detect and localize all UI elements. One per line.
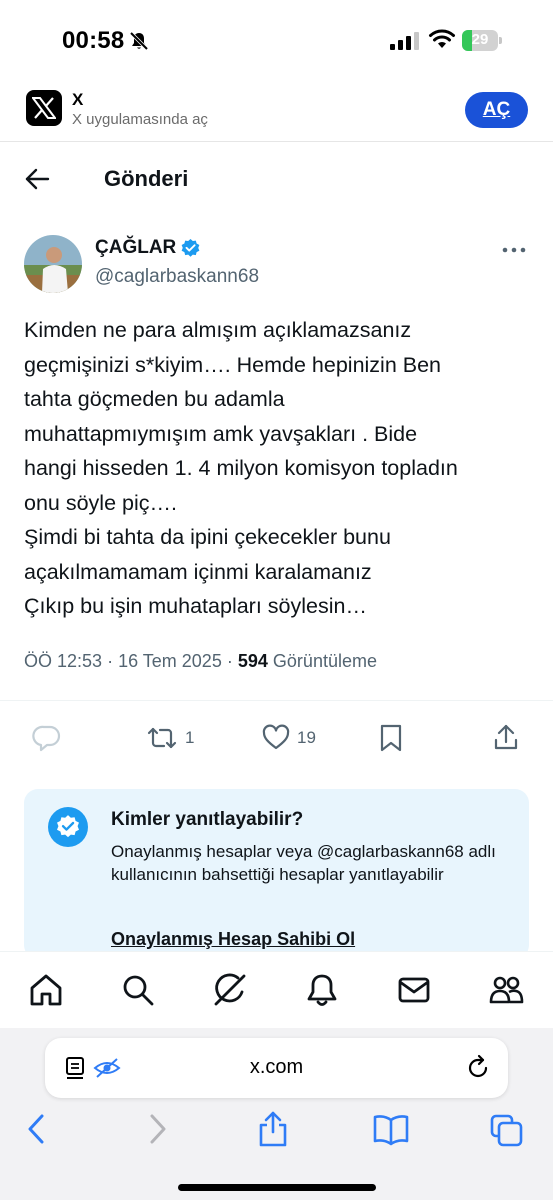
like-button[interactable]: 19	[261, 723, 316, 753]
home-icon[interactable]	[28, 972, 64, 1008]
back-icon[interactable]	[20, 1110, 54, 1148]
card-body: Onaylanmış hesaplar veya @caglarbaskann6…	[111, 842, 496, 884]
post-text: Kimden ne para almışım açıklamazsanız ge…	[24, 318, 458, 618]
open-in-app-button[interactable]: AÇ	[465, 92, 528, 128]
bookmarks-book-icon[interactable]	[372, 1110, 410, 1148]
app-open-banner: X X uygulamasında aç AÇ	[0, 78, 553, 142]
communities-icon[interactable]	[488, 972, 524, 1008]
banner-app-name: X	[72, 90, 84, 109]
reply-button[interactable]	[32, 723, 62, 753]
verified-badge-icon	[181, 238, 200, 257]
post-time[interactable]: ÖÖ 12:53	[24, 651, 102, 671]
post-actions: 1 19	[0, 700, 553, 776]
post-header: Gönderi	[0, 142, 553, 218]
who-can-reply-card: Kimler yanıtlayabilir? Onaylanmış hesapl…	[24, 789, 529, 959]
views-label: Görüntüleme	[272, 651, 377, 671]
meta-separator: ·	[107, 651, 114, 671]
messages-envelope-icon[interactable]	[396, 972, 432, 1008]
status-time: 00:58	[62, 27, 125, 54]
like-count: 19	[297, 728, 316, 747]
heart-icon	[262, 724, 290, 750]
reload-icon[interactable]	[465, 1054, 491, 1082]
status-bar: 00:58 29	[0, 0, 553, 78]
get-verified-link[interactable]: Onaylanmış Hesap Sahibi Ol	[111, 929, 355, 950]
bell-slash-icon	[129, 31, 149, 51]
grok-icon[interactable]	[212, 972, 248, 1008]
notifications-bell-icon[interactable]	[304, 972, 340, 1008]
author-name-label: ÇAĞLAR	[95, 237, 177, 258]
share-sheet-icon[interactable]	[256, 1110, 290, 1148]
search-icon[interactable]	[120, 972, 156, 1008]
url-text[interactable]: x.com	[45, 1056, 508, 1079]
bottom-navigation	[0, 951, 553, 1028]
battery-level: 29	[471, 31, 489, 48]
author-handle[interactable]: @caglarbaskann68	[95, 266, 259, 288]
views-count: 594	[237, 651, 268, 671]
bookmark-button[interactable]	[378, 723, 404, 753]
address-bar[interactable]: x.com	[45, 1038, 508, 1098]
repost-count: 1	[185, 728, 195, 747]
browser-toolbar: x.com	[0, 1028, 553, 1200]
x-logo-icon[interactable]	[26, 90, 62, 126]
more-options-icon[interactable]	[500, 240, 528, 260]
verified-check-icon	[48, 807, 88, 847]
share-icon	[494, 724, 518, 750]
meta-separator: ·	[226, 651, 233, 671]
bookmark-icon	[380, 724, 402, 752]
repost-button[interactable]: 1	[145, 723, 194, 753]
battery-icon: 29	[462, 30, 502, 51]
author-name[interactable]: ÇAĞLAR	[95, 237, 201, 259]
forward-icon[interactable]	[140, 1110, 174, 1148]
home-indicator	[178, 1184, 376, 1191]
avatar[interactable]	[24, 235, 82, 293]
wifi-icon	[429, 29, 455, 48]
post-date[interactable]: 16 Tem 2025	[118, 651, 222, 671]
share-button[interactable]	[492, 723, 520, 753]
card-title: Kimler yanıtlayabilir?	[111, 809, 304, 830]
tabs-icon[interactable]	[490, 1110, 524, 1148]
banner-subtitle: X uygulamasında aç	[72, 111, 208, 128]
repost-icon	[147, 727, 177, 749]
reply-icon	[32, 725, 61, 752]
cellular-signal-icon	[390, 32, 419, 50]
page-title: Gönderi	[104, 166, 189, 191]
post-meta: ÖÖ 12:53 · 16 Tem 2025 · 594 Görüntüleme	[24, 651, 377, 672]
back-arrow-icon[interactable]	[24, 166, 50, 192]
